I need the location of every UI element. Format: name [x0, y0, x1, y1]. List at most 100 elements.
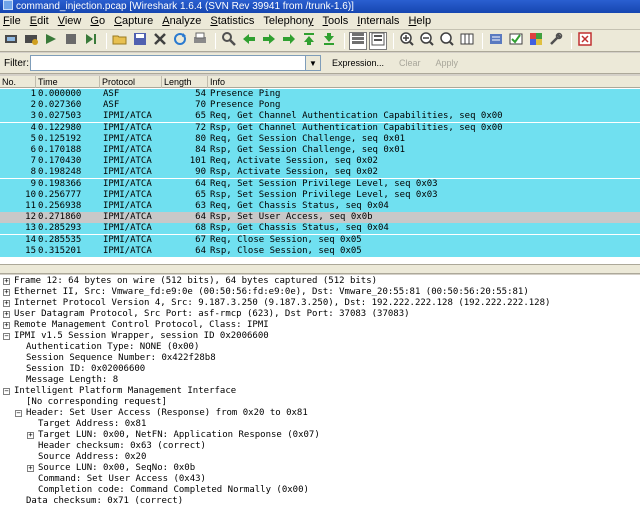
packet-row[interactable]: 13 0.285293 IPMI/ATCA 68 Rsp, Get Chassis St…	[0, 223, 640, 235]
go-forward-button[interactable]	[260, 32, 278, 50]
detail-tree-item[interactable]: Message Length: 8	[0, 375, 640, 386]
auto-scroll-button[interactable]	[369, 31, 387, 50]
detail-tree-item[interactable]: + Source LUN: 0x00, SeqNo: 0x0b	[0, 463, 640, 474]
detail-tree-item[interactable]: − IPMI v1.5 Session Wrapper, session ID 0…	[0, 331, 640, 342]
expand-icon[interactable]: +	[3, 300, 10, 307]
zoom-normal-button[interactable]	[438, 32, 456, 50]
expand-icon[interactable]: +	[3, 311, 10, 318]
detail-tree-item[interactable]: + Remote Management Control Protocol, Cla…	[0, 320, 640, 331]
packet-row[interactable]: 14 0.285535 IPMI/ATCA 67 Req, Close Session,…	[0, 234, 640, 246]
collapse-icon[interactable]: −	[3, 388, 10, 395]
packet-row[interactable]: 6 0.170188 IPMI/ATCA 84 Rsp, Get Session Cha…	[0, 145, 640, 156]
menu-go[interactable]: Go	[90, 15, 105, 27]
detail-tree-item[interactable]: + Target LUN: 0x00, NetFN: Application Re…	[0, 430, 640, 441]
pane-splitter[interactable]	[0, 264, 640, 274]
column-header-length[interactable]: Length	[162, 76, 208, 88]
packet-row[interactable]: 9 0.198366 IPMI/ATCA 64 Req, Set Session Pri…	[0, 178, 640, 190]
filter-dropdown-button[interactable]: ▼	[306, 55, 321, 71]
packet-row[interactable]: 4 0.122980 IPMI/ATCA 72 Rsp, Get Channel Aut…	[0, 122, 640, 134]
detail-tree-item[interactable]: Session Sequence Number: 0x422f28b8	[0, 353, 640, 364]
interface-list-button[interactable]	[2, 32, 20, 50]
colorize-button[interactable]	[349, 31, 367, 50]
column-header-time[interactable]: Time	[36, 76, 100, 88]
expand-icon[interactable]: +	[3, 322, 10, 329]
stop-capture-button[interactable]	[62, 32, 80, 50]
menu-tools[interactable]: Tools	[323, 15, 349, 27]
expand-icon[interactable]: +	[3, 289, 10, 296]
menu-analyze[interactable]: Analyze	[162, 15, 201, 27]
reload-button[interactable]	[171, 32, 189, 50]
menu-statistics[interactable]: Statistics	[210, 15, 254, 27]
column-header-no[interactable]: No.	[0, 76, 36, 88]
menu-edit[interactable]: Edit	[30, 15, 49, 27]
resize-columns-button[interactable]	[458, 32, 476, 50]
packet-info: Presence Ping	[210, 89, 281, 99]
menu-capture[interactable]: Capture	[114, 15, 153, 27]
detail-tree-item[interactable]: − Header: Set User Access (Response) from…	[0, 408, 640, 419]
menu-internals[interactable]: Internals	[357, 15, 399, 27]
apply-button[interactable]: Apply	[432, 57, 463, 69]
menu-telephony[interactable]: Telephony	[263, 15, 313, 27]
detail-tree-item[interactable]: Target Address: 0x81	[0, 419, 640, 430]
packet-protocol: IPMI/ATCA	[103, 189, 152, 200]
preferences-button[interactable]	[547, 32, 565, 50]
packet-row-selected[interactable]: 12 0.271860 IPMI/ATCA 64 Rsp, Set User Acces…	[0, 212, 640, 224]
detail-tree-item[interactable]: [No corresponding request]	[0, 397, 640, 408]
detail-tree-item[interactable]: + Frame 12: 64 bytes on wire (512 bits), …	[0, 276, 640, 287]
detail-tree-item[interactable]: + User Datagram Protocol, Src Port: asf-r…	[0, 309, 640, 320]
close-file-button[interactable]	[151, 32, 169, 50]
detail-tree-item[interactable]: Authentication Type: NONE (0x00)	[0, 342, 640, 353]
detail-tree-item[interactable]: + Ethernet II, Src: Vmware_fd:e9:0e (00:5…	[0, 287, 640, 298]
window-titlebar[interactable]: command_injection.pcap [Wireshark 1.6.4 …	[0, 0, 640, 13]
packet-details-tree[interactable]: + Frame 12: 64 bytes on wire (512 bits), …	[0, 275, 640, 506]
restart-capture-button[interactable]	[82, 32, 100, 50]
zoom-out-button[interactable]	[418, 32, 436, 50]
packet-list[interactable]: 1 0.000000 ASF 54 Presence Ping 2 0.027360 ASF 7…	[0, 88, 640, 264]
packet-row[interactable]: 2 0.027360 ASF 70 Presence Pong	[0, 100, 640, 112]
expand-icon[interactable]: +	[27, 432, 34, 439]
go-last-button[interactable]	[320, 32, 338, 50]
capture-filters-button[interactable]	[487, 32, 505, 50]
column-header-info[interactable]: Info	[208, 76, 640, 88]
detail-tree-item[interactable]: − Intelligent Platform Management Interfa…	[0, 386, 640, 397]
detail-tree-item[interactable]: Completion code: Command Completed Norma…	[0, 485, 640, 496]
go-to-packet-button[interactable]	[280, 32, 298, 50]
packet-row[interactable]: 10 0.256777 IPMI/ATCA 65 Rsp, Set Session Pr…	[0, 189, 640, 201]
print-button[interactable]	[191, 32, 209, 50]
filter-input[interactable]	[30, 55, 306, 71]
menu-file[interactable]: File	[3, 15, 21, 27]
detail-tree-item[interactable]: Source Address: 0x20	[0, 452, 640, 463]
open-file-button[interactable]	[111, 32, 129, 50]
coloring-rules-button[interactable]	[527, 32, 545, 50]
detail-tree-item[interactable]: Data checksum: 0x71 (correct)	[0, 496, 640, 506]
packet-row[interactable]: 7 0.170430 IPMI/ATCA 101 Req, Activate Sessi…	[0, 156, 640, 168]
go-first-button[interactable]	[300, 32, 318, 50]
detail-tree-item[interactable]: + Internet Protocol Version 4, Src: 9.187…	[0, 298, 640, 309]
packet-row[interactable]: 11 0.256938 IPMI/ATCA 63 Req, Get Chassis St…	[0, 201, 640, 212]
zoom-in-button[interactable]	[398, 32, 416, 50]
column-header-protocol[interactable]: Protocol	[100, 76, 162, 88]
clear-button[interactable]: Clear	[395, 57, 425, 69]
find-packet-button[interactable]	[220, 32, 238, 50]
start-capture-button[interactable]	[42, 32, 60, 50]
menu-view[interactable]: View	[58, 15, 82, 27]
collapse-icon[interactable]: −	[3, 333, 10, 340]
display-filters-button[interactable]	[507, 32, 525, 50]
help-button[interactable]	[576, 32, 594, 50]
go-back-button[interactable]	[240, 32, 258, 50]
expand-icon[interactable]: +	[27, 465, 34, 472]
expand-icon[interactable]: +	[3, 278, 10, 285]
collapse-icon[interactable]: −	[15, 410, 22, 417]
capture-options-button[interactable]	[22, 32, 40, 50]
save-file-button[interactable]	[131, 32, 149, 50]
packet-row[interactable]: 8 0.198248 IPMI/ATCA 90 Rsp, Activate Sessio…	[0, 167, 640, 179]
detail-tree-item[interactable]: Session ID: 0x02006600	[0, 364, 640, 375]
packet-row[interactable]: 3 0.027503 IPMI/ATCA 65 Req, Get Channel Aut…	[0, 111, 640, 123]
packet-row[interactable]: 5 0.125192 IPMI/ATCA 80 Req, Get Session Cha…	[0, 133, 640, 145]
detail-tree-item[interactable]: Header checksum: 0x63 (correct)	[0, 441, 640, 452]
packet-row[interactable]: 15 0.315201 IPMI/ATCA 64 Rsp, Close Session,…	[0, 245, 640, 257]
expression-button[interactable]: Expression...	[328, 57, 388, 69]
detail-tree-item[interactable]: Command: Set User Access (0x43)	[0, 474, 640, 485]
menu-help[interactable]: Help	[408, 15, 431, 27]
packet-row[interactable]: 1 0.000000 ASF 54 Presence Ping	[0, 89, 640, 100]
